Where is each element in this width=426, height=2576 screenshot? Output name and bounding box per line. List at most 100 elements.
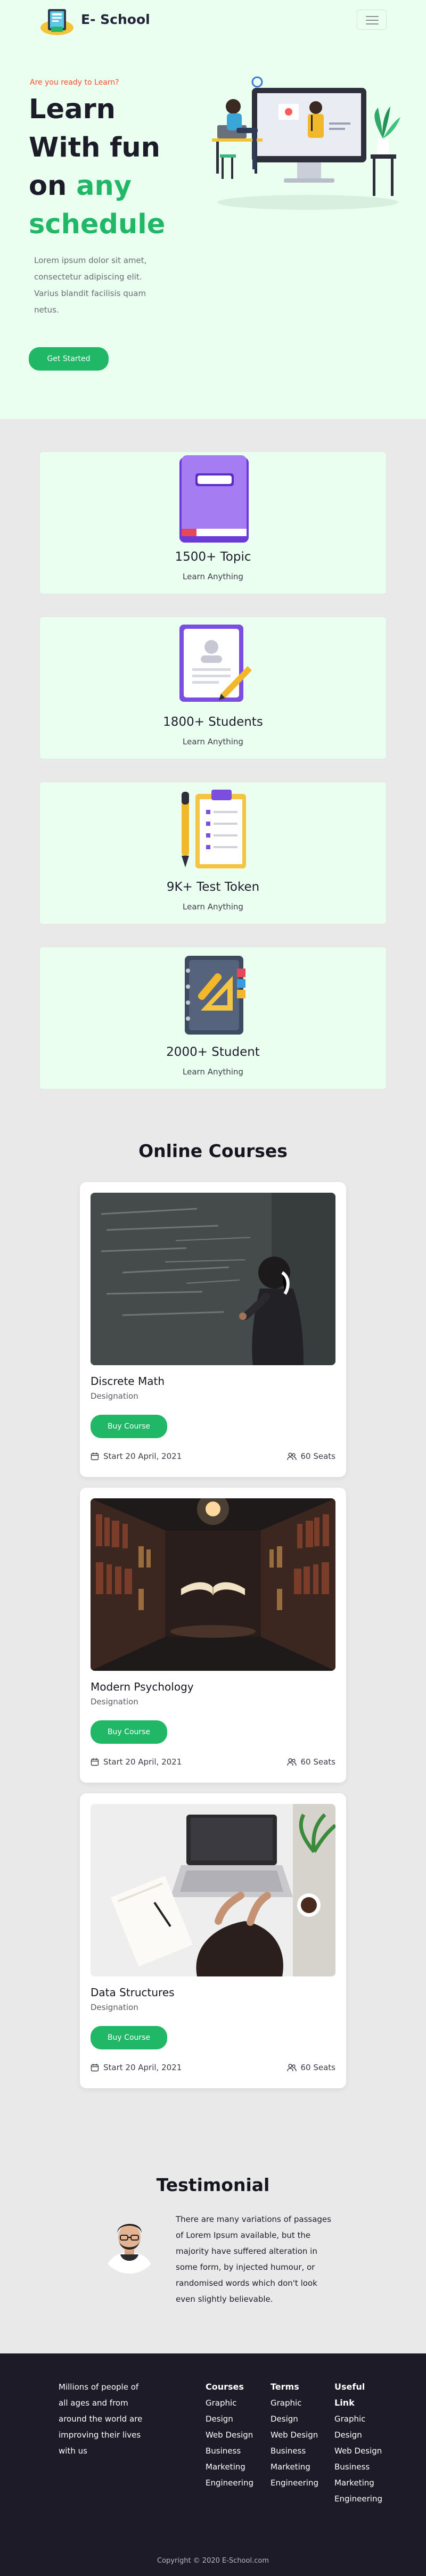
library-book-photo [91, 1498, 335, 1671]
menu-toggle-button[interactable] [357, 10, 387, 30]
stat-subtitle: Learn Anything [183, 737, 243, 746]
stat-card: 9K+ Test Token Learn Anything [39, 782, 387, 924]
footer-link-list: Graphic Design Web Design Business Marke… [334, 2411, 388, 2507]
chalkboard-photo [91, 1193, 335, 1365]
course-card[interactable]: Discrete Math Designation Buy Course Sta… [80, 1182, 346, 1477]
hero-description: Lorem ipsum dolor sit amet, consectetur … [34, 256, 147, 315]
testimonial-quote: There are many variations of passages of… [176, 2214, 331, 2304]
headline-accent: any [76, 170, 132, 202]
book-icon [179, 455, 249, 543]
footer-link[interactable]: Web Design [271, 2427, 321, 2443]
course-image[interactable] [91, 1193, 335, 1365]
buy-course-button[interactable]: Buy Course [91, 1415, 167, 1438]
calendar-icon [91, 1453, 99, 1461]
stat-title: 1800+ Students [163, 715, 263, 729]
headline-line: on any [29, 167, 165, 206]
calendar-icon [91, 2064, 99, 2072]
course-start-date: Start 20 April, 2021 [91, 2063, 182, 2072]
get-started-button[interactable]: Get Started [29, 347, 109, 371]
hero-headline: Learn With fun on any schedule [29, 91, 165, 244]
footer-link[interactable]: Marketing [334, 2475, 388, 2491]
footer-column-terms: Terms Graphic Design Web Design Business… [271, 2379, 321, 2491]
stat-title: 9K+ Test Token [166, 880, 260, 894]
course-card[interactable]: Data Structures Designation Buy Course S… [80, 1793, 346, 2088]
course-name[interactable]: Data Structures [91, 1986, 175, 1999]
school-logo-icon[interactable] [39, 6, 75, 37]
calendar-icon [91, 1758, 99, 1766]
courses-section-title: Online Courses [138, 1141, 288, 1161]
course-image[interactable] [91, 1498, 335, 1671]
footer-column-courses: Courses Graphic Design Web Design Busine… [206, 2379, 259, 2491]
course-name[interactable]: Discrete Math [91, 1375, 165, 1388]
online-learning-illustration [212, 76, 400, 210]
course-start-text: Start 20 April, 2021 [103, 1757, 182, 1767]
course-seats-text: 60 Seats [300, 2063, 336, 2072]
laptop-desk-photo [91, 1804, 335, 1976]
course-seats: 60 Seats [286, 2063, 336, 2072]
stat-card: 1800+ Students Learn Anything [39, 617, 387, 759]
footer-link[interactable]: Engineering [334, 2491, 388, 2507]
footer-link[interactable]: Business [334, 2459, 388, 2475]
footer: Millions of people of all ages and from … [0, 2353, 426, 2576]
footer-link[interactable]: Business [206, 2443, 259, 2459]
footer-link-list: Graphic Design Web Design Business Marke… [206, 2395, 259, 2491]
stat-card: 2000+ Student Learn Anything [39, 947, 387, 1089]
footer-column-heading: Terms [271, 2382, 299, 2392]
testimonial-avatar-photo [99, 2210, 160, 2274]
course-designation: Designation [91, 1391, 138, 1401]
footer-link[interactable]: Engineering [206, 2475, 259, 2491]
stat-title: 1500+ Topic [175, 550, 251, 564]
course-designation: Designation [91, 2003, 138, 2012]
course-card[interactable]: Modern Psychology Designation Buy Course… [80, 1488, 346, 1783]
users-icon [286, 1758, 297, 1766]
course-image[interactable] [91, 1804, 335, 1976]
footer-link-list: Graphic Design Web Design Business Marke… [271, 2395, 321, 2491]
stat-title: 2000+ Student [166, 1045, 260, 1059]
footer-link[interactable]: Marketing [271, 2459, 321, 2475]
footer-link[interactable]: Marketing [206, 2459, 259, 2475]
footer-column-heading: Useful Link [334, 2382, 365, 2408]
course-start-date: Start 20 April, 2021 [91, 1451, 182, 1461]
course-name[interactable]: Modern Psychology [91, 1680, 194, 1693]
footer-link[interactable]: Engineering [271, 2475, 321, 2491]
course-seats-text: 60 Seats [300, 1757, 336, 1767]
footer-link[interactable]: Web Design [206, 2427, 259, 2443]
footer-link[interactable]: Graphic Design [206, 2395, 259, 2427]
footer-link[interactable]: Graphic Design [334, 2411, 388, 2443]
footer-link[interactable]: Graphic Design [271, 2395, 321, 2427]
course-start-text: Start 20 April, 2021 [103, 1451, 182, 1461]
buy-course-button[interactable]: Buy Course [91, 2026, 167, 2049]
footer-column-useful-link: Useful Link Graphic Design Web Design Bu… [334, 2379, 388, 2507]
buy-course-button[interactable]: Buy Course [91, 1720, 167, 1744]
brand-name[interactable]: E- School [81, 12, 150, 27]
hero-eyebrow: Are you ready to Learn? [30, 78, 119, 87]
hamburger-icon [366, 16, 379, 17]
headline-line: schedule [29, 209, 166, 240]
copyright: Copyright © 2020 E-School.com [157, 2557, 269, 2565]
users-icon [286, 2064, 297, 2072]
footer-link[interactable]: Web Design [334, 2443, 388, 2459]
course-seats: 60 Seats [286, 1757, 336, 1767]
hamburger-icon-bar [366, 23, 379, 24]
notebook-ruler-icon [185, 956, 245, 1035]
footer-column-heading: Courses [206, 2382, 244, 2392]
clipboard-pencil-icon [182, 790, 246, 868]
users-icon [286, 1453, 297, 1461]
testimonial-section-title: Testimonial [156, 2175, 270, 2195]
avatar [99, 2210, 160, 2274]
headline-line: Learn [29, 94, 116, 125]
stat-subtitle: Learn Anything [183, 572, 243, 581]
footer-about: Millions of people of all ages and from … [59, 2382, 143, 2456]
footer-link[interactable]: Business [271, 2443, 321, 2459]
stat-subtitle: Learn Anything [183, 902, 243, 912]
course-seats-text: 60 Seats [300, 1451, 336, 1461]
course-start-date: Start 20 April, 2021 [91, 1757, 182, 1767]
course-seats: 60 Seats [286, 1451, 336, 1461]
stat-subtitle: Learn Anything [183, 1067, 243, 1077]
course-start-text: Start 20 April, 2021 [103, 2063, 182, 2072]
headline-prefix: on [29, 170, 77, 202]
navbar: E- School [0, 0, 426, 40]
headline-line: With fun [29, 132, 160, 163]
course-designation: Designation [91, 1697, 138, 1707]
certificate-icon [179, 625, 252, 702]
